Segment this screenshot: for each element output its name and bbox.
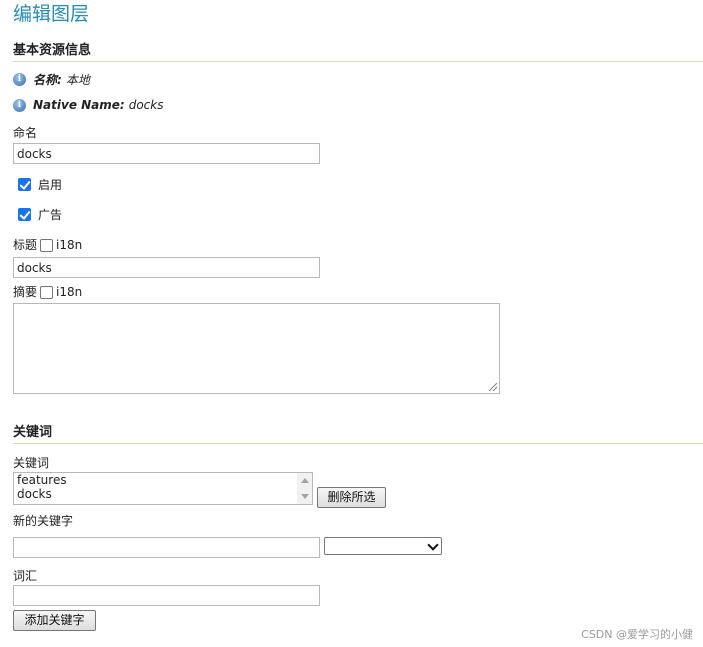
- enabled-checkbox[interactable]: [18, 178, 31, 191]
- new-keyword-label: 新的关键字: [13, 514, 74, 528]
- keywords-heading: 关键词: [13, 425, 53, 440]
- info-icon: i: [13, 72, 26, 86]
- basic-info-divider: [13, 61, 703, 62]
- abstract-label: 摘要: [13, 285, 38, 299]
- abstract-label-row: 摘要 i18n: [13, 285, 82, 299]
- advertised-checkbox[interactable]: [18, 208, 31, 221]
- enabled-label: 启用: [38, 178, 63, 192]
- abstract-i18n-toggle: i18n: [40, 285, 82, 299]
- info-label-native-name: Native Name:: [33, 98, 125, 112]
- abstract-textarea[interactable]: [13, 303, 500, 394]
- keywords-listbox[interactable]: features docks: [13, 472, 313, 505]
- vocabulary-label: 词汇: [13, 569, 38, 583]
- advertised-row: 广告: [18, 206, 62, 223]
- listbox-scrollbar[interactable]: [297, 473, 312, 504]
- vocabulary-input[interactable]: [13, 585, 320, 606]
- basic-info-heading: 基本资源信息: [13, 43, 92, 58]
- language-select[interactable]: [324, 537, 442, 555]
- page-title: 编辑图层: [13, 3, 90, 25]
- title-input[interactable]: [13, 257, 320, 278]
- title-i18n-toggle: i18n: [40, 238, 82, 252]
- remove-selected-button[interactable]: 删除所选: [317, 487, 386, 508]
- title-i18n-label: i18n: [56, 238, 83, 252]
- info-row-native-name: i Native Name: docks: [13, 97, 163, 113]
- title-label: 标题: [13, 238, 38, 252]
- keyword-option[interactable]: features: [14, 473, 312, 487]
- enabled-row: 启用: [18, 176, 62, 193]
- name-field-label: 命名: [13, 126, 38, 140]
- abstract-i18n-label: i18n: [56, 285, 83, 299]
- keywords-list-label: 关键词: [13, 456, 50, 470]
- watermark: CSDN @爱学习的小健: [581, 628, 693, 641]
- advertised-label: 广告: [38, 208, 63, 222]
- name-input[interactable]: [13, 143, 320, 164]
- new-keyword-input[interactable]: [13, 537, 320, 558]
- info-icon: i: [13, 98, 26, 112]
- title-i18n-checkbox[interactable]: [40, 238, 54, 252]
- add-keyword-button[interactable]: 添加关键字: [13, 610, 96, 631]
- title-label-row: 标题 i18n: [13, 238, 82, 252]
- scroll-down-icon[interactable]: [301, 494, 309, 499]
- info-row-name: i 名称: 本地: [13, 71, 90, 87]
- chevron-down-icon: [427, 539, 439, 551]
- info-value-name: 本地: [65, 72, 90, 87]
- abstract-i18n-checkbox[interactable]: [40, 285, 54, 299]
- keywords-divider: [13, 443, 703, 444]
- scroll-up-icon[interactable]: [301, 478, 309, 483]
- info-label-name: 名称:: [33, 72, 62, 87]
- info-value-native-name: docks: [128, 98, 164, 112]
- keyword-option[interactable]: docks: [14, 487, 312, 501]
- resize-grip-icon[interactable]: [489, 383, 497, 391]
